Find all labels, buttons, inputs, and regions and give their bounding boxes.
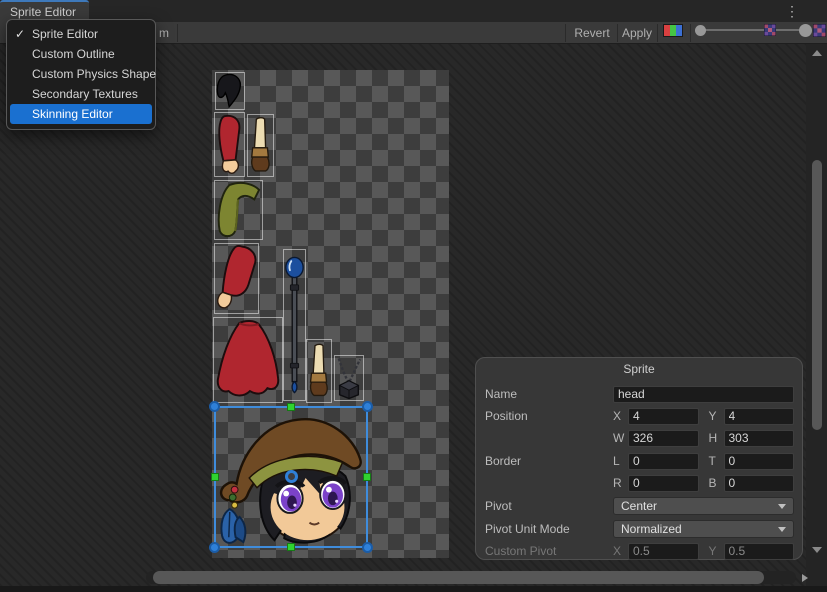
mip-texture-small-icon [764,24,776,36]
mip-texture-large-icon [813,24,826,37]
rgb-alpha-toggle-icon[interactable] [663,24,683,37]
panel-title: Sprite [476,362,802,376]
pivot-dropdown[interactable]: Center [613,497,794,515]
sprite-rect-boot-2[interactable] [306,339,332,403]
border-b-input[interactable] [724,475,795,492]
scroll-up-icon[interactable] [812,50,822,56]
selection-handle-bottom-mid[interactable] [287,543,295,551]
pendant-sprite [335,356,363,400]
selection-handle-bottom-right[interactable] [362,542,373,553]
sprite-rect-arm[interactable] [214,112,245,177]
scroll-right-icon[interactable] [802,574,808,582]
horizontal-scrollbar-thumb[interactable] [153,571,764,584]
selected-sprite-head[interactable] [214,406,368,548]
pivot-value: Center [621,499,657,513]
boot-sprite [248,115,273,176]
robe-sprite [214,318,282,402]
hair-tuft-sprite [216,73,244,109]
custom-pivot-y-input [724,543,795,560]
mip-slider-track[interactable] [700,29,806,31]
custom-pivot-label: Custom Pivot [485,544,556,558]
scarf-sprite [215,181,262,239]
border-label: Border [485,454,521,468]
sprite-name-input[interactable] [613,386,794,403]
pivot-label: Pivot [485,499,512,513]
x-label: X [613,409,623,423]
selection-handle-left-mid[interactable] [211,473,219,481]
menu-item-secondary-textures[interactable]: Secondary Textures [10,84,152,104]
horizontal-scrollbar[interactable] [133,571,813,585]
menu-item-custom-physics-shape[interactable]: Custom Physics Shape [10,64,152,84]
checkmark-icon: ✓ [15,24,25,44]
arm-sprite [215,113,244,176]
staff-sprite [284,250,305,400]
trim-button-clipped[interactable]: m [155,22,173,44]
pivot-unit-mode-dropdown[interactable]: Normalized [613,520,794,538]
selection-handle-top-mid[interactable] [287,403,295,411]
window-tab-label: Sprite Editor [10,5,76,19]
sprite-rect-boot-1[interactable] [247,114,274,177]
selection-handle-top-left[interactable] [209,401,220,412]
custom-pivot-x-label: X [613,544,623,558]
border-l-input[interactable] [628,453,699,470]
zoom-slider-handle[interactable] [695,25,706,36]
height-input[interactable] [724,430,795,447]
arm-bent-sprite [215,244,258,313]
sprite-editor-mode-menu: ✓ Sprite Editor Custom Outline Custom Ph… [6,19,156,130]
custom-pivot-y-label: Y [709,544,719,558]
mip-slider-handle[interactable] [799,24,812,37]
r-label: R [613,476,623,490]
l-label: L [613,454,623,468]
b-label: B [709,476,719,490]
selection-handle-bottom-left[interactable] [209,542,220,553]
position-label: Position [485,409,528,423]
position-x-input[interactable] [628,408,699,425]
vertical-scrollbar-thumb[interactable] [812,160,822,430]
sprite-editor-window: Sprite Name Position X Y W H [0,0,827,592]
custom-pivot-x-input [628,543,699,560]
sprite-pivot-handle[interactable] [285,470,298,483]
border-t-input[interactable] [724,453,795,470]
selection-handle-right-mid[interactable] [363,473,371,481]
sprite-rect-hair-tuft[interactable] [215,72,245,110]
apply-button[interactable]: Apply [618,22,656,44]
sprite-inspector-panel: Sprite Name Position X Y W H [475,357,803,560]
revert-button[interactable]: Revert [568,22,616,44]
pivot-unit-mode-label: Pivot Unit Mode [485,522,570,536]
width-input[interactable] [628,430,699,447]
menu-item-sprite-editor[interactable]: ✓ Sprite Editor [10,24,152,44]
sprite-rect-robe[interactable] [213,317,283,403]
selection-handle-top-right[interactable] [362,401,373,412]
menu-item-skinning-editor[interactable]: Skinning Editor [10,104,152,124]
scroll-down-icon[interactable] [812,547,822,553]
menu-item-custom-outline[interactable]: Custom Outline [10,44,152,64]
sprite-rect-staff[interactable] [283,249,306,401]
y-label: Y [709,409,719,423]
chevron-down-icon [778,527,786,532]
border-r-input[interactable] [628,475,699,492]
sprite-rect-pendant[interactable] [334,355,364,401]
sprite-sheet-texture[interactable] [212,70,449,558]
window-bottom-edge [0,586,827,592]
h-label: H [709,431,719,445]
kebab-menu-icon[interactable]: ⋮ [784,2,800,20]
chevron-down-icon [778,504,786,509]
position-y-input[interactable] [724,408,795,425]
boot-sprite [307,340,331,402]
vertical-scrollbar[interactable] [806,44,827,586]
name-label: Name [485,387,517,401]
sprite-rect-scarf[interactable] [214,180,263,240]
pivot-unit-mode-value: Normalized [621,522,682,536]
t-label: T [709,454,719,468]
w-label: W [613,431,623,445]
sprite-rect-arm-bent[interactable] [214,243,259,314]
